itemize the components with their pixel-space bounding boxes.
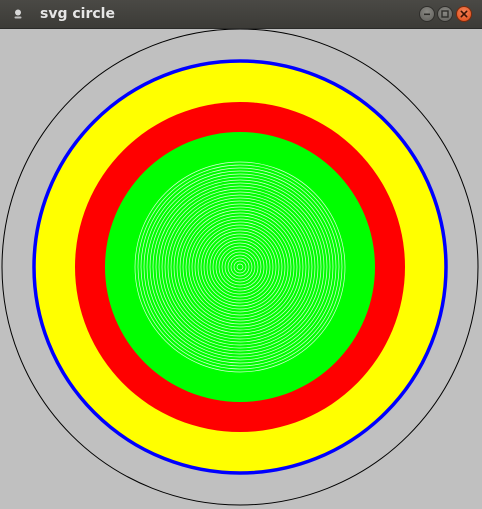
close-button[interactable]	[456, 6, 472, 22]
title-bar[interactable]: svg circle	[0, 0, 482, 29]
minimize-button[interactable]	[419, 6, 435, 22]
maximize-icon	[441, 10, 449, 18]
maximize-button[interactable]	[437, 6, 453, 22]
svg-canvas	[0, 29, 482, 509]
app-window: svg circle	[0, 0, 482, 509]
app-icon	[14, 9, 22, 19]
green-circle	[105, 132, 375, 402]
minimize-icon	[424, 13, 430, 16]
window-title: svg circle	[40, 6, 115, 22]
close-icon	[460, 10, 468, 18]
